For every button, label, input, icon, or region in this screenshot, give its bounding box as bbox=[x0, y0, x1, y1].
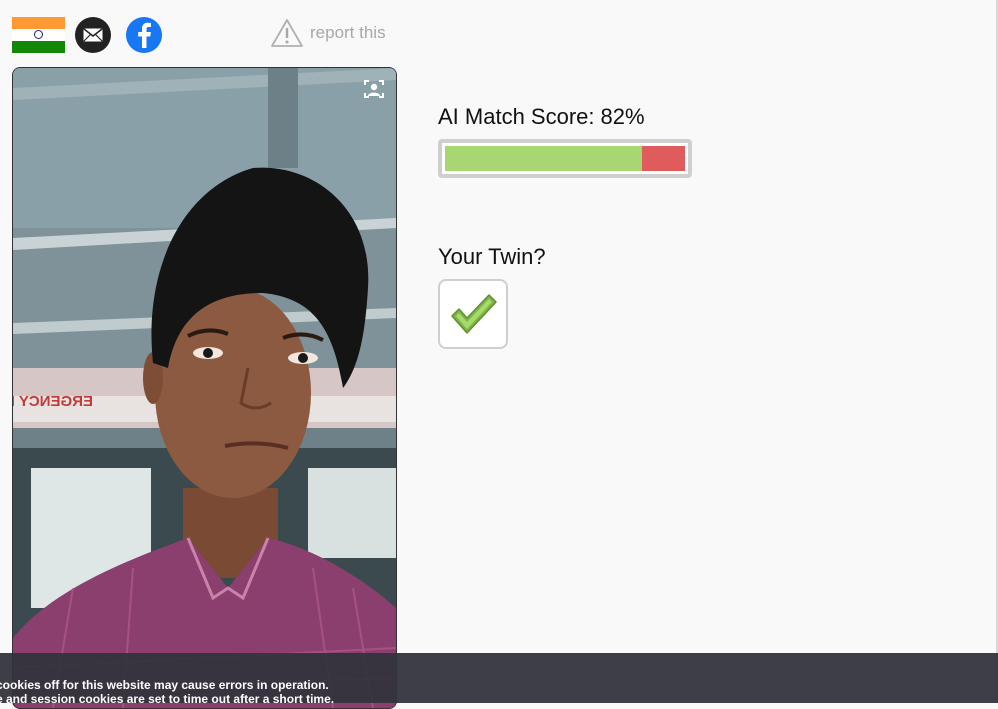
report-link[interactable]: report this bbox=[270, 17, 386, 49]
sign-text: ERGENCY EX bbox=[13, 393, 93, 410]
india-flag-icon[interactable] bbox=[12, 17, 65, 53]
email-share-button[interactable] bbox=[75, 17, 111, 53]
face-recognition-icon[interactable] bbox=[364, 80, 384, 98]
profile-photo[interactable]: ERGENCY EX bbox=[12, 67, 397, 709]
photo-scene: ERGENCY EX bbox=[13, 68, 396, 708]
twin-question: Your Twin? bbox=[438, 244, 546, 269]
match-score-fill bbox=[445, 146, 642, 171]
checkmark-icon bbox=[451, 294, 497, 334]
cookie-banner: cookies off for this website may cause e… bbox=[0, 653, 998, 703]
match-score-label: AI Match Score: 82% bbox=[438, 104, 645, 130]
warning-triangle-icon bbox=[271, 19, 303, 47]
match-score-remainder bbox=[641, 146, 685, 171]
report-label: report this bbox=[310, 23, 386, 42]
cookie-text-line-2: e and session cookies are set to time ou… bbox=[0, 692, 335, 703]
twin-checkbox[interactable] bbox=[438, 279, 508, 349]
email-icon bbox=[83, 28, 103, 42]
match-score-title: AI Match Score: bbox=[438, 104, 595, 129]
match-score-bar bbox=[438, 139, 692, 178]
match-score-value: 82% bbox=[600, 104, 645, 129]
cookie-text-line-1: cookies off for this website may cause e… bbox=[0, 678, 329, 692]
facebook-icon bbox=[138, 22, 151, 48]
facebook-share-button[interactable] bbox=[126, 17, 162, 53]
